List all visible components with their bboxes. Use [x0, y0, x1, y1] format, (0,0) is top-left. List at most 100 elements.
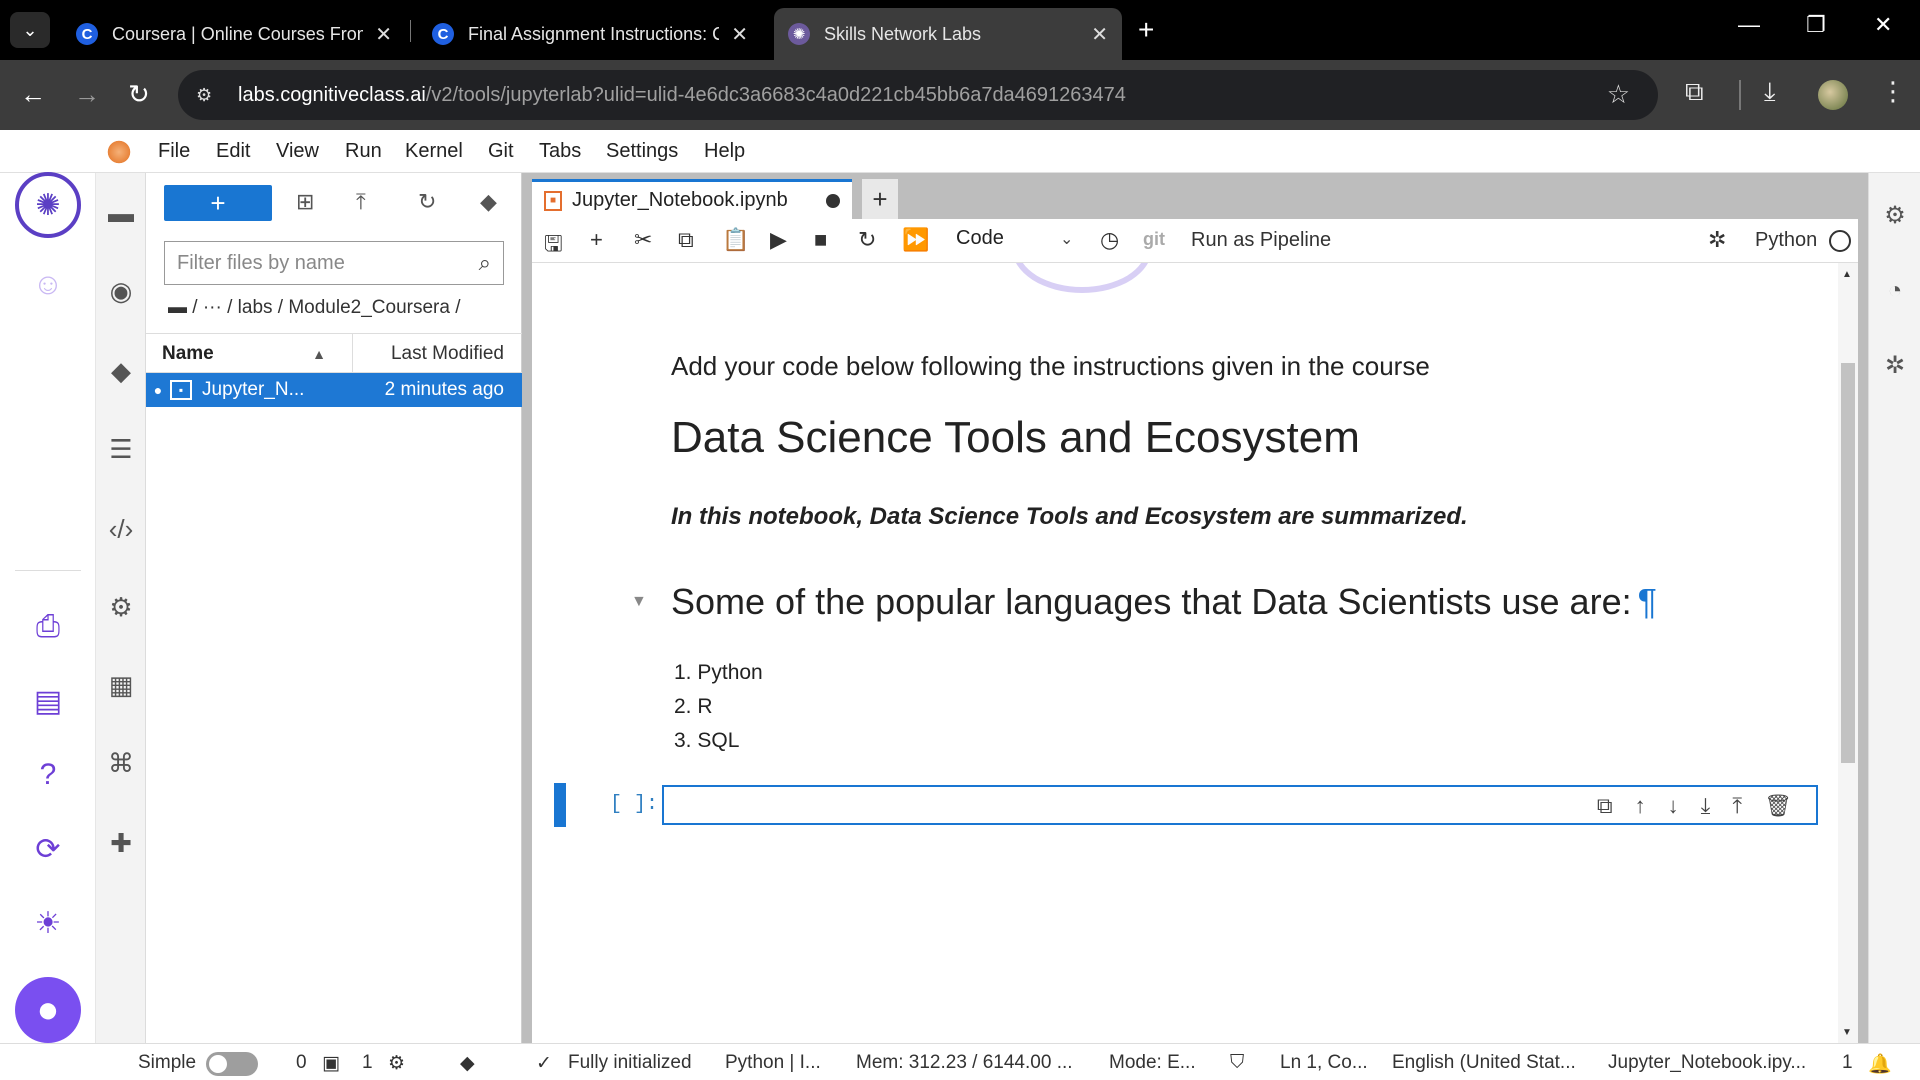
restore-icon[interactable]: ❐ [1806, 12, 1826, 38]
fast-forward-icon[interactable]: ⏩ [902, 227, 929, 253]
kernel-count[interactable]: 1 [362, 1052, 373, 1074]
code-snippets-icon[interactable]: ‹/› [96, 507, 146, 551]
table-of-contents-icon[interactable]: ☰ [96, 427, 146, 471]
back-icon[interactable]: ← [20, 80, 46, 108]
copy-icon[interactable]: ⧉ [678, 227, 694, 253]
run-as-pipeline-button[interactable]: Run as Pipeline [1191, 229, 1331, 252]
insert-cell-icon[interactable]: + [590, 227, 603, 253]
unsaved-indicator[interactable] [826, 193, 840, 208]
move-up-icon[interactable]: ↑ [1635, 793, 1646, 819]
close-tab-icon[interactable]: ✕ [1091, 22, 1108, 47]
active-cell-indicator[interactable] [554, 783, 566, 827]
help-icon[interactable]: ? [28, 755, 68, 795]
column-name[interactable]: Name ▲ [146, 334, 353, 372]
restart-icon[interactable]: ↻ [858, 227, 876, 253]
filter-files-input[interactable] [177, 251, 479, 275]
home-folder-icon[interactable]: ▬ [168, 297, 187, 318]
extensions-grid-icon[interactable]: ⌘ [96, 741, 146, 785]
cut-icon[interactable]: ✂ [634, 227, 652, 253]
property-settings-icon[interactable]: ⚙ [1877, 197, 1913, 233]
browser-menu-icon[interactable]: ⋮ [1880, 76, 1906, 107]
security-icon[interactable]: ⛉ [1230, 1052, 1244, 1074]
folder-icon[interactable]: ▬ [96, 191, 146, 235]
menu-settings[interactable]: Settings [606, 140, 678, 163]
insert-below-icon[interactable]: ⤓ [1701, 793, 1711, 819]
add-tab-button[interactable]: + [862, 179, 898, 219]
new-tab-button[interactable]: + [1138, 14, 1154, 46]
notebook-scrollbar[interactable]: ▲ ▼ [1838, 263, 1858, 1043]
git-icon[interactable]: ◆ [96, 349, 146, 393]
debugger-icon[interactable]: ✲ [1708, 227, 1726, 253]
resource-usage-icon[interactable]: ◔ [1877, 273, 1913, 309]
menu-tabs[interactable]: Tabs [539, 140, 581, 163]
upload-icon[interactable]: ⤒ [356, 189, 366, 215]
forward-icon[interactable]: → [74, 80, 100, 108]
menu-help[interactable]: Help [704, 140, 745, 163]
kernel-chip-icon[interactable]: ⚙ [388, 1052, 405, 1075]
scroll-up-icon[interactable]: ▲ [1842, 269, 1852, 280]
cell-type-select[interactable]: Code ⌄ [956, 227, 1073, 250]
sync-icon[interactable]: ⟳ [28, 829, 68, 869]
anchor-link[interactable]: ¶ [1638, 581, 1657, 622]
menu-view[interactable]: View [276, 140, 319, 163]
property-inspector-icon[interactable]: ▦ [96, 663, 146, 707]
refresh-icon[interactable]: ↻ [418, 189, 436, 215]
editor-mode[interactable]: Mode: E... [1109, 1052, 1196, 1074]
stop-icon[interactable]: ■ [814, 227, 827, 253]
menu-file[interactable]: File [158, 140, 190, 163]
bell-icon[interactable]: 🔔 [1868, 1052, 1892, 1076]
simple-mode-toggle[interactable] [206, 1052, 258, 1076]
profile-avatar[interactable] [1818, 80, 1848, 110]
pipeline-components-icon[interactable]: ⚙ [96, 585, 146, 629]
new-folder-icon[interactable]: ⊞ [296, 189, 314, 215]
move-down-icon[interactable]: ↓ [1668, 793, 1679, 819]
skills-network-logo-icon[interactable]: ✺ [15, 172, 81, 238]
browser-tab-coursera[interactable]: C Coursera | Online Courses From ✕ [62, 8, 406, 60]
menu-kernel[interactable]: Kernel [405, 140, 463, 163]
menu-run[interactable]: Run [345, 140, 382, 163]
spellcheck-language[interactable]: English (United Stat... [1392, 1052, 1576, 1074]
filter-files-field[interactable]: ⌕ [164, 241, 504, 285]
code-cell[interactable]: [ ]: ⧉ ↑ ↓ ⤓ ⤒ 🗑 [554, 783, 1828, 827]
menu-git[interactable]: Git [488, 140, 514, 163]
close-tab-icon[interactable]: ✕ [375, 22, 392, 47]
notebook-tab[interactable]: ■ Jupyter_Notebook.ipynb [532, 179, 852, 219]
file-row[interactable]: ● ▪ Jupyter_N... 2 minutes ago [146, 373, 522, 407]
running-sessions-icon[interactable]: ◉ [96, 269, 146, 313]
bookmark-star-icon[interactable]: ☆ [1607, 79, 1630, 110]
instructions-icon[interactable]: ▤ [28, 681, 68, 721]
code-cell-editor[interactable]: ⧉ ↑ ↓ ⤓ ⤒ 🗑 [662, 785, 1818, 825]
address-bar[interactable]: ⚙ labs.cognitiveclass.ai/v2/tools/jupyte… [178, 70, 1658, 120]
theme-toggle-icon[interactable]: ☀ [28, 903, 68, 943]
close-tab-icon[interactable]: ✕ [731, 22, 748, 47]
kernel-name[interactable]: Python [1755, 229, 1817, 252]
git-clone-icon[interactable]: ◆ [480, 189, 497, 215]
download-icon[interactable]: ⤓ [1764, 76, 1776, 108]
reload-icon[interactable]: ↻ [128, 80, 150, 108]
new-launcher-button[interactable]: + [164, 185, 272, 221]
extensions-icon[interactable]: ⧉ [1685, 76, 1704, 108]
notification-count[interactable]: 1 [1842, 1052, 1853, 1074]
collapse-heading-icon[interactable]: ▼ [631, 593, 647, 611]
browser-tab-skills-network[interactable]: ✺ Skills Network Labs ✕ [774, 8, 1122, 60]
breadcrumb[interactable]: ▬ / ··· / labs / Module2_Coursera / [168, 297, 461, 319]
terminal-count[interactable]: 0 [296, 1052, 307, 1074]
kernel-init-status[interactable]: Fully initialized [568, 1052, 692, 1074]
clock-icon[interactable]: ◷ [1100, 227, 1119, 253]
inbox-icon[interactable]: ⎙ [28, 607, 68, 647]
scroll-down-icon[interactable]: ▼ [1842, 1027, 1852, 1038]
user-avatar[interactable]: ● [15, 977, 81, 1043]
run-icon[interactable]: ▶ [770, 227, 787, 253]
kernel-status[interactable]: Python | I... [725, 1052, 821, 1074]
duplicate-cell-icon[interactable]: ⧉ [1597, 793, 1613, 819]
git-label[interactable]: git [1143, 229, 1165, 250]
tab-search-button[interactable]: ⌄ [10, 12, 50, 48]
menu-edit[interactable]: Edit [216, 140, 250, 163]
cursor-position[interactable]: Ln 1, Co... [1280, 1052, 1368, 1074]
site-info-icon[interactable]: ⚙ [196, 85, 230, 106]
chat-bot-icon[interactable]: ☺ [28, 265, 68, 305]
close-window-icon[interactable]: ✕ [1874, 12, 1892, 38]
puzzle-icon[interactable]: ✚ [96, 821, 146, 865]
delete-cell-icon[interactable]: 🗑 [1764, 793, 1792, 819]
browser-tab-final-assignment[interactable]: C Final Assignment Instructions: C ✕ [418, 8, 762, 60]
